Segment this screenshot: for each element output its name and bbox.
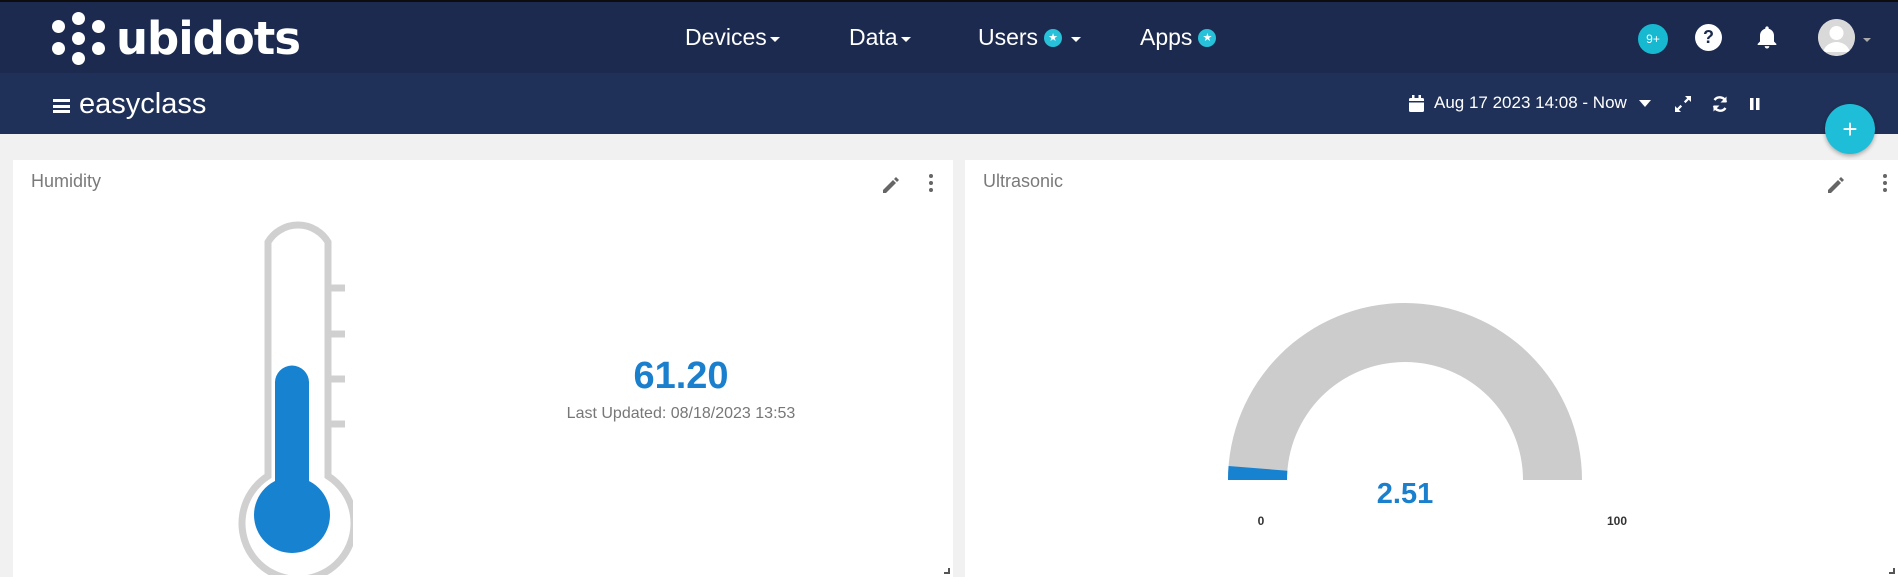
gauge-value: 2.51 <box>1376 478 1434 510</box>
refresh-icon[interactable] <box>1710 94 1730 114</box>
expand-icon[interactable] <box>1673 94 1693 114</box>
humidity-value: 61.20 <box>633 355 729 397</box>
ultrasonic-gauge <box>1228 303 1582 480</box>
nav-data[interactable]: Data <box>849 24 911 51</box>
date-range-label: Aug 17 2023 14:08 - Now <box>1434 93 1627 112</box>
thermometer-bulb <box>254 477 330 553</box>
nav-devices-label: Devices <box>685 24 767 50</box>
bell-icon[interactable] <box>1753 24 1781 52</box>
help-icon[interactable]: ? <box>1695 24 1722 51</box>
calendar-icon <box>1409 94 1424 112</box>
star-badge-icon: ★ <box>1044 28 1063 47</box>
kebab-menu-icon[interactable] <box>928 174 934 196</box>
add-widget-button[interactable]: + <box>1825 104 1875 154</box>
nav-data-label: Data <box>849 24 898 50</box>
ultrasonic-widget: Ultrasonic 2.51 0 100 <box>965 160 1898 577</box>
hamburger-icon[interactable] <box>53 99 70 113</box>
resize-handle-icon[interactable] <box>1889 568 1895 574</box>
pencil-icon[interactable] <box>880 174 902 196</box>
widget-title: Humidity <box>31 171 102 191</box>
ubidots-logo[interactable]: ubidots <box>52 12 301 66</box>
nav-users-label: Users <box>978 24 1039 50</box>
kebab-menu-icon[interactable] <box>1882 174 1888 196</box>
caret-down-icon <box>1638 99 1651 107</box>
pencil-icon[interactable] <box>1825 174 1847 196</box>
avatar-caret-icon[interactable] <box>1863 38 1871 42</box>
gauge-min-label: 0 <box>1257 514 1265 528</box>
nav-apps-label: Apps <box>1140 24 1193 50</box>
user-avatar-icon[interactable] <box>1818 19 1855 56</box>
notifications-count-badge[interactable]: 9+ <box>1638 24 1668 54</box>
caret-down-icon <box>769 37 780 42</box>
gauge-track <box>1228 303 1582 480</box>
logo-dots-icon <box>52 12 106 66</box>
nav-devices[interactable]: Devices <box>685 24 780 51</box>
widget-title: Ultrasonic <box>983 171 1064 191</box>
caret-down-icon <box>1071 37 1082 42</box>
humidity-last-updated: Last Updated: 08/18/2023 13:53 <box>566 405 796 422</box>
top-navbar: ubidots Devices Data Users ★ Apps ★ 9+ ? <box>0 0 1898 73</box>
dashboard-title[interactable]: easyclass <box>79 88 206 121</box>
date-range-picker[interactable]: Aug 17 2023 14:08 - Now <box>1409 93 1651 113</box>
resize-handle-icon[interactable] <box>944 568 950 574</box>
humidity-widget: Humidity 61.20 Last Updated: 08/18/2023 … <box>13 160 953 577</box>
nav-apps[interactable]: Apps ★ <box>1140 24 1217 51</box>
nav-users[interactable]: Users ★ <box>978 24 1082 51</box>
pause-icon[interactable] <box>1745 94 1765 114</box>
logo-text: ubidots <box>116 12 301 65</box>
thermometer-gauge <box>238 221 353 575</box>
gauge-max-label: 100 <box>1606 514 1628 528</box>
star-badge-icon: ★ <box>1198 28 1217 47</box>
caret-down-icon <box>900 37 911 42</box>
